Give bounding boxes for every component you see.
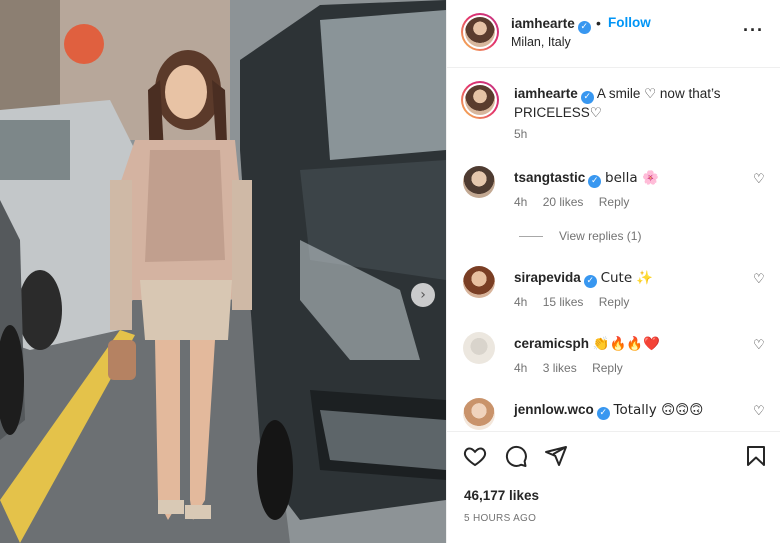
post-header: iamhearte ✓ • Follow Milan, Italy ··· bbox=[447, 0, 780, 68]
post-actions-bar: 46,177 likes 5 HOURS AGO bbox=[447, 431, 780, 543]
more-horizontal-icon: ··· bbox=[743, 20, 764, 40]
save-button[interactable] bbox=[744, 444, 768, 473]
comment-body: 👏🔥🔥❤️ bbox=[592, 336, 661, 352]
post-caption: iamhearte ✓ A smile ♡ now that’s PRICELES… bbox=[514, 85, 769, 122]
comment-time[interactable]: 4h bbox=[514, 361, 527, 375]
comment-time[interactable]: 4h bbox=[514, 295, 527, 309]
separator-dot: • bbox=[596, 15, 601, 31]
comment-meta: 4h 15 likes Reply bbox=[514, 295, 641, 309]
author-username-link[interactable]: iamhearte ✓ bbox=[511, 16, 591, 34]
view-replies-button[interactable]: View replies (1) bbox=[519, 229, 641, 243]
heart-icon: ♡ bbox=[753, 172, 765, 187]
like-button[interactable] bbox=[463, 444, 487, 473]
comment-likes[interactable]: 20 likes bbox=[543, 195, 584, 209]
author-username[interactable]: iamhearte bbox=[511, 16, 575, 31]
post-photo[interactable]: › bbox=[0, 0, 446, 543]
comment-likes[interactable]: 3 likes bbox=[543, 361, 577, 375]
caption-username[interactable]: iamhearte bbox=[514, 86, 578, 101]
commenter-username[interactable]: ceramicsph bbox=[514, 336, 589, 351]
likes-count[interactable]: 46,177 likes bbox=[464, 488, 539, 503]
comment-time[interactable]: 4h bbox=[514, 195, 527, 209]
comment-like-button[interactable]: ♡ bbox=[753, 338, 765, 353]
reply-button[interactable]: Reply bbox=[592, 361, 623, 375]
follow-button[interactable]: Follow bbox=[608, 15, 651, 30]
author-avatar[interactable] bbox=[461, 13, 499, 51]
comment-meta: 4h 3 likes Reply bbox=[514, 361, 635, 375]
comment-body: bella 🌸 bbox=[605, 170, 659, 186]
verified-badge-icon: ✓ bbox=[588, 175, 602, 188]
heart-icon: ♡ bbox=[753, 338, 765, 353]
commenter-avatar[interactable] bbox=[463, 166, 495, 198]
comment-icon bbox=[505, 445, 527, 467]
comment-body: Totally 🙃🙃🙃 bbox=[613, 402, 704, 418]
heart-icon: ♡ bbox=[753, 404, 765, 419]
verified-badge-icon: ✓ bbox=[596, 407, 610, 420]
verified-badge-icon: ✓ bbox=[583, 275, 597, 288]
divider-line bbox=[519, 236, 543, 238]
share-button[interactable] bbox=[544, 444, 568, 473]
commenter-username[interactable]: sirapevida bbox=[514, 270, 581, 285]
comment-text: jennlow.wco ✓ Totally 🙃🙃🙃 bbox=[514, 402, 703, 420]
more-options-button[interactable]: ··· bbox=[743, 20, 764, 41]
comment-text: sirapevida ✓ Cute ✨ bbox=[514, 270, 653, 288]
send-icon bbox=[545, 446, 567, 466]
comment-likes[interactable]: 15 likes bbox=[543, 295, 584, 309]
verified-badge-icon: ✓ bbox=[577, 21, 591, 34]
chevron-right-icon: › bbox=[420, 287, 426, 303]
carousel-next-button[interactable]: › bbox=[411, 283, 435, 307]
post-side-panel: iamhearte ✓ • Follow Milan, Italy ··· iam… bbox=[446, 0, 780, 543]
bookmark-icon bbox=[747, 446, 765, 466]
comment-like-button[interactable]: ♡ bbox=[753, 404, 765, 419]
commenter-avatar[interactable] bbox=[463, 266, 495, 298]
reply-button[interactable]: Reply bbox=[599, 195, 630, 209]
comment-body: Cute ✨ bbox=[600, 270, 654, 286]
caption-author-avatar[interactable] bbox=[461, 81, 499, 119]
post-timestamp[interactable]: 5 HOURS AGO bbox=[464, 513, 536, 524]
street-photo-illustration bbox=[0, 0, 446, 543]
commenter-username[interactable]: jennlow.wco bbox=[514, 402, 594, 417]
comment-text: ceramicsph 👏🔥🔥❤️ bbox=[514, 336, 660, 352]
commenter-avatar[interactable] bbox=[463, 332, 495, 364]
heart-icon bbox=[463, 447, 487, 467]
commenter-avatar[interactable] bbox=[463, 398, 495, 430]
caption-timestamp[interactable]: 5h bbox=[514, 127, 527, 141]
view-replies-label[interactable]: View replies (1) bbox=[559, 229, 641, 243]
comment-text: tsangtastic ✓ bella 🌸 bbox=[514, 170, 659, 188]
comment-meta: 4h 20 likes Reply bbox=[514, 195, 641, 209]
comment-like-button[interactable]: ♡ bbox=[753, 272, 765, 287]
comment-button[interactable] bbox=[504, 444, 528, 473]
heart-icon: ♡ bbox=[753, 272, 765, 287]
reply-button[interactable]: Reply bbox=[599, 295, 630, 309]
comment-like-button[interactable]: ♡ bbox=[753, 172, 765, 187]
comments-section[interactable]: iamhearte ✓ A smile ♡ now that’s PRICELES… bbox=[447, 69, 780, 431]
verified-badge-icon: ✓ bbox=[580, 91, 594, 104]
commenter-username[interactable]: tsangtastic bbox=[514, 170, 585, 185]
post-location-link[interactable]: Milan, Italy bbox=[511, 35, 571, 49]
